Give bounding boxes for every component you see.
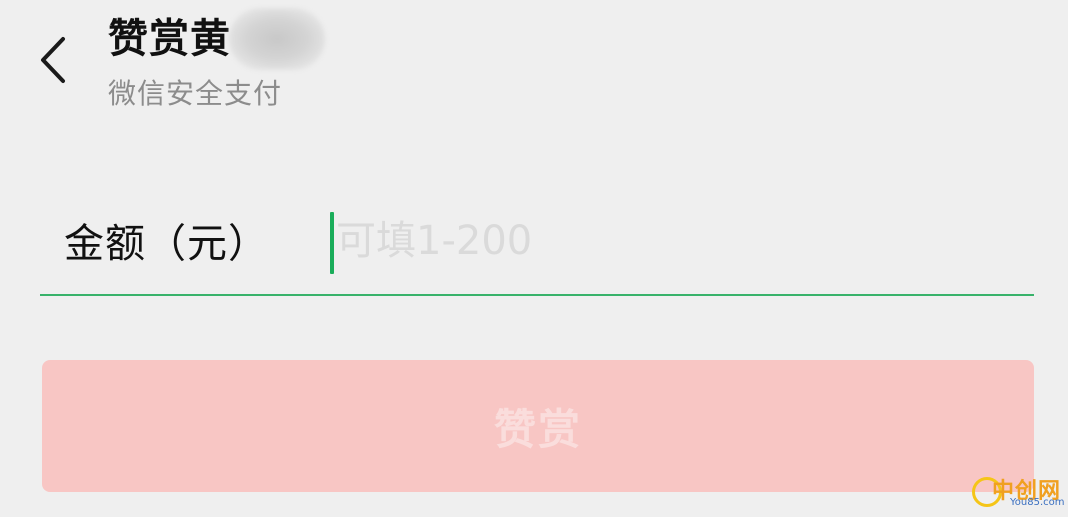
page-subtitle: 微信安全支付 bbox=[108, 77, 283, 110]
amount-label: 金额（元） bbox=[64, 221, 269, 267]
watermark-logo: 中创网 You85.com bbox=[972, 477, 1065, 511]
blurred-name-mask bbox=[229, 8, 325, 70]
header: 赞赏黄 微信安全支付 bbox=[108, 8, 325, 112]
reward-page: 赞赏黄 微信安全支付 金额（元） 赞赏 中创网 You85.com bbox=[0, 0, 1068, 517]
page-title: 赞赏黄 bbox=[108, 16, 231, 62]
back-button[interactable] bbox=[26, 28, 80, 92]
watermark-url: You85.com bbox=[1010, 497, 1065, 508]
amount-field: 金额（元） bbox=[40, 196, 1034, 296]
chevron-left-icon bbox=[41, 37, 65, 83]
amount-input[interactable] bbox=[330, 210, 1016, 272]
reward-button[interactable]: 赞赏 bbox=[42, 360, 1034, 492]
title-row: 赞赏黄 bbox=[108, 8, 325, 70]
